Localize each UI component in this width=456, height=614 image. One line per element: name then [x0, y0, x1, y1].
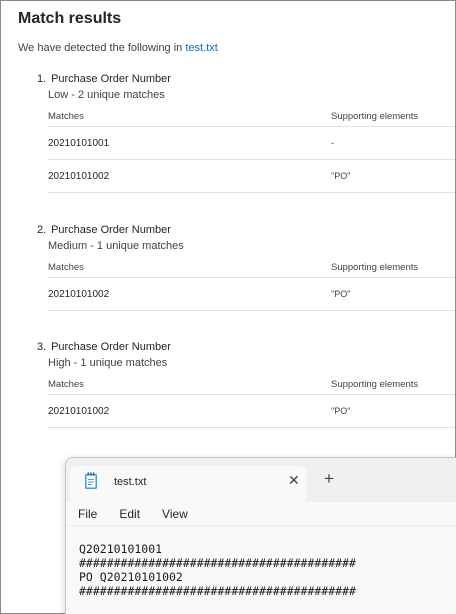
result-heading: 1. Purchase Order Number — [37, 71, 455, 87]
matches-column-header: Matches — [48, 111, 84, 122]
text-line: ######################################## — [79, 556, 356, 570]
supporting-column-header: Supporting elements — [331, 262, 419, 273]
table-header: Matches Supporting elements — [48, 107, 455, 127]
text-line: Q20210101001 — [79, 542, 163, 556]
notepad-text-area[interactable]: Q20210101001 ############################… — [66, 526, 456, 614]
table-row: 20210101002 "PO" — [48, 278, 455, 311]
matches-table: Matches Supporting elements 20210101001 … — [48, 107, 455, 193]
matches-column-header: Matches — [48, 379, 84, 390]
menu-view[interactable]: View — [162, 507, 188, 521]
notepad-tab-bar: test.txt ✕ + — [66, 458, 456, 502]
match-value: 20210101002 — [48, 405, 110, 417]
table-row: 20210101001 - — [48, 127, 455, 160]
result-heading: 3. Purchase Order Number — [37, 339, 455, 355]
detected-prefix: We have detected the following in — [18, 42, 186, 54]
result-confidence: High - 1 unique matches — [48, 357, 168, 369]
result-confidence: Low - 2 unique matches — [48, 89, 165, 101]
table-header: Matches Supporting elements — [48, 375, 455, 395]
result-3: 3. Purchase Order Number High - 1 unique… — [37, 339, 455, 428]
text-line: ######################################## — [79, 584, 356, 598]
menu-file[interactable]: File — [78, 507, 97, 521]
result-1: 1. Purchase Order Number Low - 2 unique … — [37, 71, 455, 193]
supporting-column-header: Supporting elements — [331, 379, 419, 390]
menu-edit[interactable]: Edit — [119, 507, 140, 521]
page-title: Match results — [18, 10, 122, 27]
notepad-file-icon — [84, 472, 98, 490]
result-heading: 2. Purchase Order Number — [37, 222, 455, 238]
match-value: 20210101002 — [48, 170, 110, 182]
text-line: PO Q20210101002 — [79, 570, 183, 584]
notepad-tab[interactable]: test.txt ✕ — [70, 466, 306, 502]
table-header: Matches Supporting elements — [48, 258, 455, 278]
matches-table: Matches Supporting elements 20210101002 … — [48, 375, 455, 428]
result-number: 3. — [37, 341, 47, 353]
notepad-tab-title: test.txt — [114, 476, 147, 488]
detected-text: We have detected the following in test.t… — [18, 42, 218, 54]
table-row: 20210101002 "PO" — [48, 395, 455, 428]
match-value: 20210101002 — [48, 288, 110, 300]
result-number: 2. — [37, 224, 47, 236]
notepad-menu-bar: File Edit View — [66, 502, 456, 526]
result-name: Purchase Order Number — [51, 73, 171, 85]
supporting-column-header: Supporting elements — [331, 111, 419, 122]
matches-table: Matches Supporting elements 20210101002 … — [48, 258, 455, 311]
supporting-value: "PO" — [331, 406, 351, 416]
result-2: 2. Purchase Order Number Medium - 1 uniq… — [37, 222, 455, 311]
result-confidence: Medium - 1 unique matches — [48, 240, 184, 252]
matches-column-header: Matches — [48, 262, 84, 273]
result-name: Purchase Order Number — [51, 341, 171, 353]
match-value: 20210101001 — [48, 137, 110, 149]
result-number: 1. — [37, 73, 47, 85]
close-icon[interactable]: ✕ — [288, 472, 300, 489]
supporting-value: - — [331, 138, 334, 148]
new-tab-plus-icon[interactable]: + — [324, 470, 334, 487]
table-row: 20210101002 "PO" — [48, 160, 455, 193]
result-name: Purchase Order Number — [51, 224, 171, 236]
supporting-value: "PO" — [331, 171, 351, 181]
notepad-window: test.txt ✕ + File Edit View Q20210101001… — [65, 457, 456, 614]
supporting-value: "PO" — [331, 289, 351, 299]
detected-file-link[interactable]: test.txt — [185, 42, 217, 54]
